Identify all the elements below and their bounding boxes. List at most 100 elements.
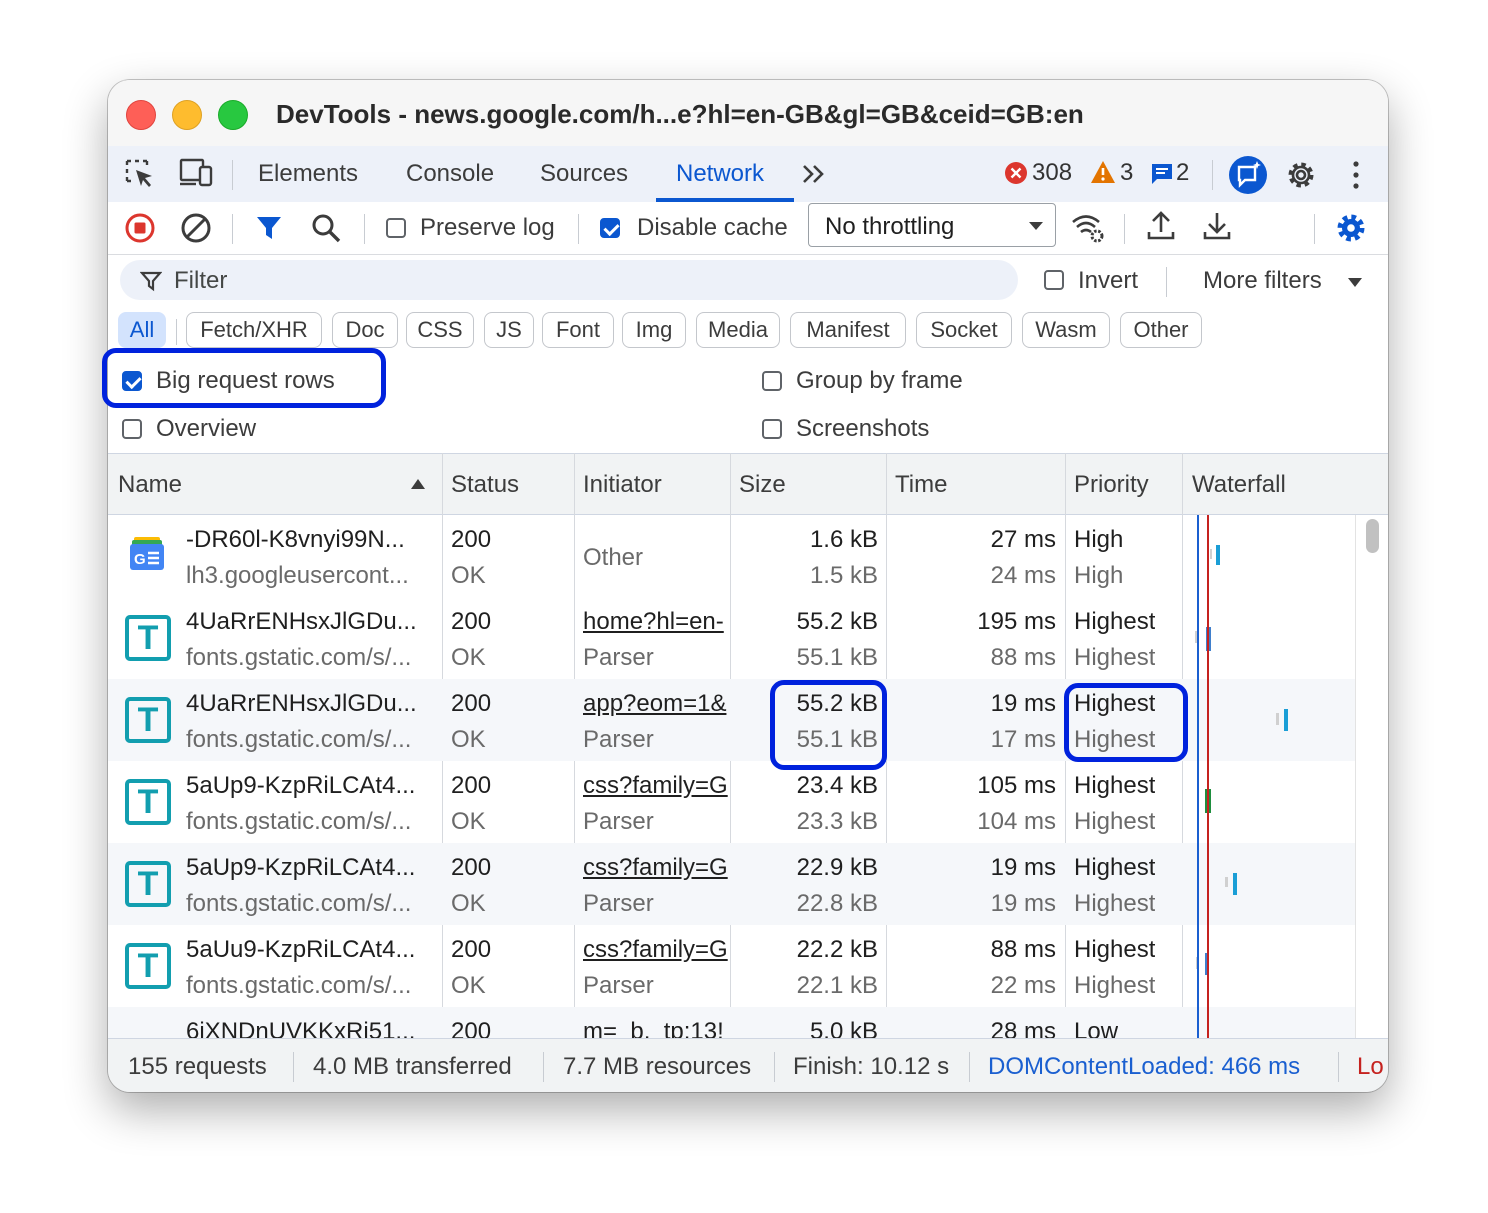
highlight-big-request-rows (102, 348, 386, 408)
scrollbar-thumb[interactable] (1366, 519, 1379, 553)
chip-all[interactable]: All (118, 312, 166, 348)
request-initial-priority: Highest (1074, 808, 1156, 835)
disable-cache-checkbox[interactable] (600, 218, 620, 238)
tab-elements[interactable]: Elements (258, 160, 358, 188)
chip-css[interactable]: CSS (406, 312, 474, 348)
warning-count[interactable]: 3 (1120, 159, 1133, 187)
request-initiator-type: Parser (583, 644, 654, 671)
chip-doc[interactable]: Doc (332, 312, 398, 348)
request-initiator-type: Parser (583, 890, 654, 917)
chip-other[interactable]: Other (1120, 312, 1202, 348)
table-row[interactable]: G -DR60l-K8vnyi99N... lh3.googleusercont… (108, 515, 1355, 597)
request-domain: fonts.gstatic.com/s/... (186, 890, 412, 917)
tab-network[interactable]: Network (676, 160, 764, 188)
warning-icon[interactable] (1090, 160, 1116, 184)
table-row[interactable]: 6iXNDnUVKKxRi51... 200 m=_b,_tp:13! 5.0 … (108, 1007, 1355, 1038)
invert-checkbox[interactable] (1044, 270, 1064, 290)
more-filters-arrow-icon[interactable] (1346, 277, 1364, 289)
throttling-select[interactable]: No throttling (808, 203, 1056, 247)
overview-label[interactable]: Overview (156, 415, 256, 443)
error-icon[interactable] (1004, 161, 1028, 185)
table-scrollbar[interactable] (1355, 515, 1388, 1038)
tab-sources[interactable]: Sources (540, 160, 628, 188)
filter-input[interactable]: Filter (120, 260, 1018, 300)
invert-label[interactable]: Invert (1078, 267, 1138, 295)
export-har-download-icon[interactable] (1202, 210, 1232, 242)
table-row[interactable]: T 5aUp9-KzpRiLCAt4... fonts.gstatic.com/… (108, 761, 1355, 843)
request-size: 5.0 kB (809, 1018, 878, 1038)
chip-wasm[interactable]: Wasm (1022, 312, 1110, 348)
group-by-frame-label[interactable]: Group by frame (796, 367, 963, 395)
screenshots-checkbox[interactable] (762, 419, 782, 439)
more-filters-button[interactable]: More filters (1203, 267, 1322, 295)
tab-console[interactable]: Console (406, 160, 494, 188)
request-resource-size: 55.1 kB (796, 644, 878, 671)
overview-checkbox[interactable] (122, 419, 142, 439)
chip-manifest[interactable]: Manifest (790, 312, 906, 348)
column-header-time[interactable]: Time (895, 471, 947, 499)
request-initiator-link[interactable]: m=_b,_tp:13! (583, 1018, 729, 1038)
preserve-log-label[interactable]: Preserve log (420, 214, 555, 242)
toolbar-separator (1314, 214, 1315, 244)
chip-img[interactable]: Img (622, 312, 686, 348)
message-icon[interactable] (1150, 162, 1174, 186)
filter-icon[interactable] (254, 213, 284, 243)
waterfall-bar[interactable] (1233, 873, 1237, 895)
disable-cache-label[interactable]: Disable cache (637, 214, 788, 242)
zoom-window-button[interactable] (218, 100, 248, 130)
waterfall-bar[interactable] (1216, 545, 1220, 565)
request-priority: Highest (1074, 608, 1156, 635)
stop-recording-icon[interactable] (124, 212, 156, 244)
column-header-name[interactable]: Name (118, 471, 182, 499)
chip-js[interactable]: JS (484, 312, 534, 348)
network-settings-gear-icon[interactable] (1334, 211, 1368, 245)
clear-icon[interactable] (180, 212, 212, 244)
request-initiator-link[interactable]: css?family=G (583, 772, 729, 800)
message-count[interactable]: 2 (1176, 159, 1189, 187)
request-initiator-link[interactable]: app?eom=1& (583, 690, 729, 718)
waterfall-bar-queue (1276, 713, 1279, 725)
request-size: 23.4 kB (796, 772, 878, 799)
chip-fetch-xhr[interactable]: Fetch/XHR (186, 312, 322, 348)
waterfall-bar[interactable] (1284, 709, 1288, 731)
toolbar-separator (1124, 214, 1125, 244)
more-tabs-chevron-icon[interactable] (800, 162, 828, 186)
column-header-initiator[interactable]: Initiator (583, 471, 662, 499)
more-options-icon[interactable] (1348, 158, 1364, 192)
request-name: -DR60l-K8vnyi99N... (186, 526, 405, 553)
screenshots-label[interactable]: Screenshots (796, 415, 929, 443)
table-row[interactable]: T 5aUp9-KzpRiLCAt4... fonts.gstatic.com/… (108, 843, 1355, 925)
group-by-frame-checkbox[interactable] (762, 371, 782, 391)
request-status-text: OK (451, 890, 486, 917)
network-conditions-icon[interactable] (1070, 212, 1106, 244)
device-toolbar-icon[interactable] (178, 157, 214, 189)
sort-ascending-icon[interactable] (410, 478, 426, 490)
waterfall-bar-queue (1210, 549, 1212, 559)
column-header-status[interactable]: Status (451, 471, 519, 499)
chip-media[interactable]: Media (696, 312, 780, 348)
close-window-button[interactable] (126, 100, 156, 130)
request-initial-priority: Highest (1074, 644, 1156, 671)
request-status: 200 (451, 608, 492, 635)
table-row[interactable]: T 5aUu9-KzpRiLCAt4... fonts.gstatic.com/… (108, 925, 1355, 1007)
request-latency: 17 ms (990, 726, 1056, 753)
ai-assistance-icon[interactable] (1228, 155, 1268, 195)
preserve-log-checkbox[interactable] (386, 218, 406, 238)
minimize-window-button[interactable] (172, 100, 202, 130)
column-header-size[interactable]: Size (739, 471, 786, 499)
column-header-priority[interactable]: Priority (1074, 471, 1149, 499)
request-initiator-link[interactable]: css?family=G (583, 936, 729, 964)
search-icon[interactable] (310, 212, 342, 244)
request-initiator-link[interactable]: home?hl=en- (583, 608, 729, 636)
request-time: 19 ms (990, 854, 1056, 881)
chip-socket[interactable]: Socket (916, 312, 1012, 348)
request-latency: 22 ms (990, 972, 1056, 999)
import-har-upload-icon[interactable] (1146, 210, 1176, 242)
error-count[interactable]: 308 (1032, 159, 1072, 187)
table-row[interactable]: T 4UaRrENHsxJlGDu... fonts.gstatic.com/s… (108, 597, 1355, 679)
settings-gear-icon[interactable] (1284, 158, 1318, 192)
request-initiator-link[interactable]: css?family=G (583, 854, 729, 882)
chip-font[interactable]: Font (542, 312, 614, 348)
column-header-waterfall[interactable]: Waterfall (1192, 471, 1286, 499)
inspect-element-icon[interactable] (124, 158, 156, 190)
